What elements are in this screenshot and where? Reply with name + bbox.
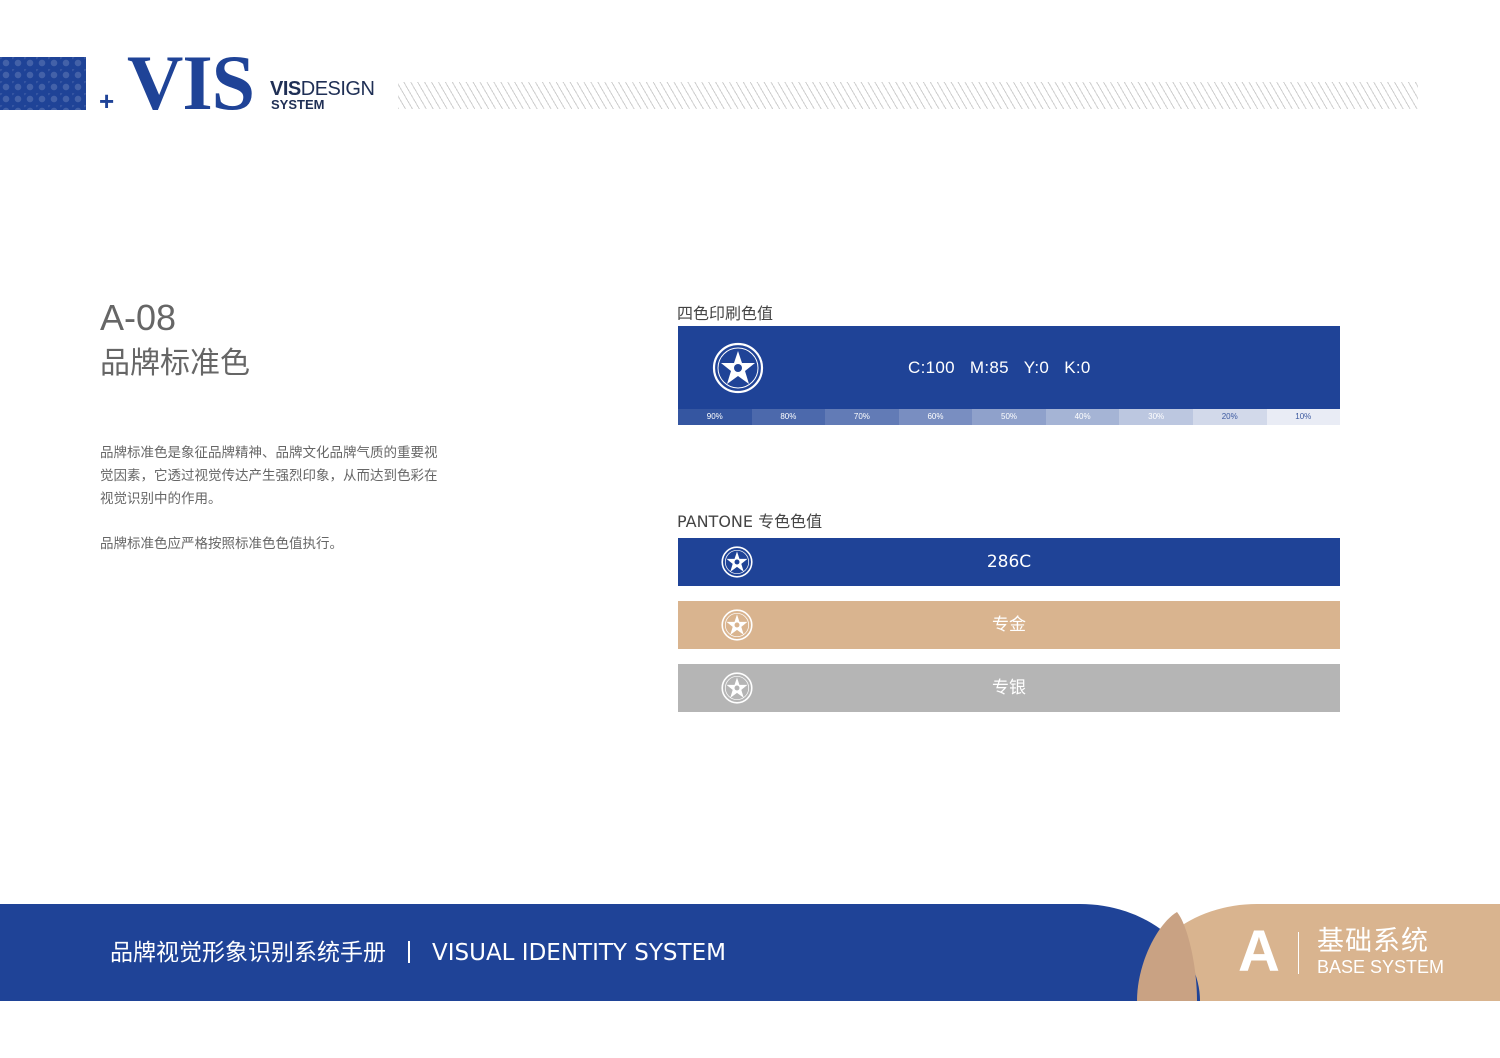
header-subtitle-line2: SYSTEM xyxy=(271,97,325,112)
header-plus-mark: + xyxy=(99,86,115,116)
header-subtitle-line1: VISDESIGN xyxy=(270,79,375,99)
header-pattern-block xyxy=(0,57,86,110)
footer-divider xyxy=(1298,932,1299,974)
section-code: A-08 xyxy=(100,297,177,338)
footer-title: 品牌视觉形象识别系统手册 VISUAL IDENTITY SYSTEM xyxy=(110,938,726,968)
footer-section-en: BASE SYSTEM xyxy=(1317,957,1445,977)
pantone-bar: 286C xyxy=(678,538,1340,586)
page-title: 品牌标准色 xyxy=(100,346,250,381)
tint-swatch: 40% xyxy=(1045,409,1120,425)
tint-swatch: 80% xyxy=(751,409,826,425)
emblem-icon xyxy=(712,342,764,394)
pantone-bar: 专银 xyxy=(678,664,1340,712)
cmyk-value-text: C:100 M:85 Y:0 K:0 xyxy=(908,358,1091,377)
tint-scale: 90% 80% 70% 60% 50% 40% 30% 20% 10% xyxy=(678,409,1341,425)
header-hatch-stripes xyxy=(398,82,1418,109)
pantone-bar-label: 286C xyxy=(986,552,1032,572)
cmyk-swatch: C:100 M:85 Y:0 K:0 xyxy=(678,326,1340,409)
footer-section-letter: A xyxy=(1238,919,1280,984)
pantone-label: PANTONE 专色色值 xyxy=(677,512,823,531)
section-description: 品牌标准色是象征品牌精神、品牌文化品牌气质的重要视觉因素，它透过视觉传达产生强烈… xyxy=(100,445,438,507)
tint-swatch: 10% xyxy=(1266,409,1341,425)
tint-swatch: 20% xyxy=(1192,409,1267,425)
tint-swatch: 30% xyxy=(1119,409,1193,425)
tint-swatch: 50% xyxy=(972,409,1046,425)
footer-title-en: VISUAL IDENTITY SYSTEM xyxy=(432,940,726,966)
pantone-bar-label: 专金 xyxy=(992,615,1026,635)
footer-separator xyxy=(408,941,410,963)
footer-section-cn: 基础系统 xyxy=(1317,926,1429,957)
footer-title-cn: 品牌视觉形象识别系统手册 xyxy=(110,940,386,966)
cmyk-label: 四色印刷色值 xyxy=(677,304,774,323)
tint-swatch: 60% xyxy=(898,409,973,425)
pantone-bar: 专金 xyxy=(678,601,1340,649)
tint-swatch: 70% xyxy=(825,409,899,425)
pantone-bar-label: 专银 xyxy=(992,678,1026,698)
tint-swatch: 90% xyxy=(678,409,752,425)
footer-overlap-shape xyxy=(1137,912,1197,1001)
section-note: 品牌标准色应严格按照标准色色值执行。 xyxy=(100,536,343,552)
header-logo-text: VIS xyxy=(127,39,255,126)
